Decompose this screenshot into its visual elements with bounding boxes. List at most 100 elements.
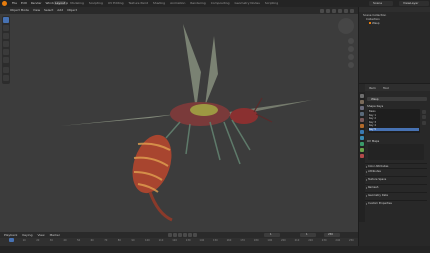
blender-logo-icon[interactable] bbox=[2, 1, 7, 6]
tab-geometry-nodes[interactable]: Geometry Nodes bbox=[234, 1, 261, 5]
jump-end-icon[interactable] bbox=[193, 232, 197, 237]
tab-texture-paint[interactable]: Texture Paint bbox=[128, 1, 149, 5]
section-custom-properties[interactable]: Custom Properties bbox=[365, 200, 427, 206]
shape-key-item-selected[interactable]: Key 5 bbox=[369, 127, 419, 131]
output-tab-icon[interactable] bbox=[360, 106, 364, 110]
section-remesh[interactable]: Remesh bbox=[365, 184, 427, 190]
menu-view[interactable]: View bbox=[33, 8, 40, 12]
remove-shape-key-icon[interactable] bbox=[422, 115, 426, 119]
play-reverse-icon[interactable] bbox=[178, 232, 182, 237]
start-frame-value: 1 bbox=[306, 233, 308, 236]
rendered-shading-icon[interactable] bbox=[350, 8, 354, 13]
timeline-tick-label: 70 bbox=[104, 239, 108, 242]
tab-layout[interactable]: Layout bbox=[54, 1, 67, 5]
menu-edit[interactable]: Edit bbox=[21, 1, 27, 5]
cursor-tool-icon[interactable] bbox=[3, 25, 9, 31]
play-icon[interactable] bbox=[183, 232, 187, 237]
mode-dropdown[interactable]: Object Mode bbox=[10, 8, 29, 12]
render-tab-icon[interactable] bbox=[360, 100, 364, 104]
timeline-tick-label: 60 bbox=[90, 239, 94, 242]
section-attributes[interactable]: Attributes bbox=[365, 168, 427, 174]
select-box-tool-icon[interactable] bbox=[3, 17, 9, 23]
tab-modeling[interactable]: Modeling bbox=[69, 1, 85, 5]
shape-key-specials-icon[interactable] bbox=[422, 121, 426, 125]
scene-tab-icon[interactable] bbox=[360, 118, 364, 122]
properties-header: Item Tool bbox=[365, 84, 430, 91]
tab-animation[interactable]: Animation bbox=[169, 1, 186, 5]
outliner-header bbox=[359, 7, 430, 12]
pan-hand-icon[interactable] bbox=[348, 46, 354, 52]
wireframe-shading-icon[interactable] bbox=[332, 8, 336, 13]
overlay-icon[interactable] bbox=[320, 8, 324, 13]
timeline-ruler[interactable]: 0102030405060708090100110120130140150160… bbox=[0, 238, 358, 246]
timeline-tick-label: 110 bbox=[158, 239, 164, 242]
timeline-menu-marker[interactable]: Marker bbox=[50, 233, 60, 237]
timeline-menu-keying[interactable]: Keying bbox=[22, 233, 32, 237]
properties-tab-tool[interactable]: Tool bbox=[383, 86, 389, 90]
collapse-arrow-icon bbox=[365, 202, 367, 205]
modifier-tab-icon[interactable] bbox=[360, 130, 364, 134]
menu-add[interactable]: Add bbox=[57, 8, 63, 12]
wasp-wing-upper-right bbox=[205, 36, 218, 106]
move-tool-icon[interactable] bbox=[3, 33, 9, 39]
playback-controls bbox=[168, 232, 197, 237]
scale-tool-icon[interactable] bbox=[3, 49, 9, 55]
object-tab-icon[interactable] bbox=[360, 124, 364, 128]
wasp-model bbox=[60, 24, 312, 222]
xray-icon[interactable] bbox=[326, 8, 330, 13]
transform-tool-icon[interactable] bbox=[3, 57, 9, 63]
material-tab-icon[interactable] bbox=[360, 154, 364, 158]
start-frame-field[interactable]: 1 bbox=[300, 232, 316, 237]
menu-render[interactable]: Render bbox=[31, 1, 42, 5]
end-frame-field[interactable]: 250 bbox=[324, 232, 340, 237]
material-shading-icon[interactable] bbox=[344, 8, 348, 13]
navigation-gizmo[interactable] bbox=[338, 18, 354, 34]
tab-scripting[interactable]: Scripting bbox=[264, 1, 279, 5]
tab-shading[interactable]: Shading bbox=[152, 1, 166, 5]
playhead[interactable] bbox=[9, 238, 14, 242]
3d-viewport[interactable] bbox=[0, 14, 358, 232]
prev-keyframe-icon[interactable] bbox=[173, 232, 177, 237]
menu-file[interactable]: File bbox=[12, 1, 17, 5]
section-label: Geometry Data bbox=[368, 194, 388, 197]
timeline-tick-label: 210 bbox=[294, 239, 300, 242]
measure-tool-icon[interactable] bbox=[3, 75, 9, 81]
zoom-icon[interactable] bbox=[348, 38, 354, 44]
tab-compositing[interactable]: Compositing bbox=[210, 1, 231, 5]
uv-maps-list[interactable] bbox=[368, 144, 424, 160]
perspective-toggle-icon[interactable] bbox=[348, 62, 354, 68]
tab-uv-editing[interactable]: UV Editing bbox=[107, 1, 125, 5]
annotate-tool-icon[interactable] bbox=[3, 67, 9, 73]
add-shape-key-icon[interactable] bbox=[422, 110, 426, 114]
properties-tab-item[interactable]: Item bbox=[369, 86, 376, 90]
particles-tab-icon[interactable] bbox=[360, 136, 364, 140]
next-keyframe-icon[interactable] bbox=[188, 232, 192, 237]
jump-start-icon[interactable] bbox=[168, 232, 172, 237]
viewport-header: Object Mode View Select Add Object bbox=[0, 7, 358, 14]
rotate-tool-icon[interactable] bbox=[3, 41, 9, 47]
menu-select[interactable]: Select bbox=[44, 8, 53, 12]
mesh-data-tab-icon[interactable] bbox=[360, 148, 364, 152]
tab-sculpting[interactable]: Sculpting bbox=[88, 1, 104, 5]
menu-object[interactable]: Object bbox=[67, 8, 77, 12]
outliner-row-label: Wasp bbox=[372, 21, 380, 25]
tool-tab-icon[interactable] bbox=[360, 94, 364, 98]
timeline-menu-view[interactable]: View bbox=[37, 233, 44, 237]
timeline-tick-label: 40 bbox=[63, 239, 67, 242]
uv-maps-panel-title[interactable]: UV Maps bbox=[367, 139, 379, 143]
section-texture-space[interactable]: Texture Space bbox=[365, 176, 427, 182]
shape-keys-panel-title[interactable]: Shape Keys bbox=[367, 104, 383, 108]
view-layer-tab-icon[interactable] bbox=[360, 112, 364, 116]
object-name-field[interactable]: Wasp bbox=[367, 97, 427, 101]
current-frame-field[interactable]: 1 bbox=[264, 232, 280, 237]
outliner-object-wasp[interactable]: Wasp bbox=[369, 21, 380, 25]
section-geometry-data[interactable]: Geometry Data bbox=[365, 192, 427, 198]
timeline-menu-playback[interactable]: Playback bbox=[4, 233, 17, 237]
scene-selector[interactable]: Scene bbox=[369, 1, 393, 6]
view-layer-selector[interactable]: ViewLayer bbox=[399, 1, 429, 6]
physics-tab-icon[interactable] bbox=[360, 142, 364, 146]
tab-rendering[interactable]: Rendering bbox=[189, 1, 206, 5]
end-frame-value: 250 bbox=[328, 233, 333, 236]
solid-shading-icon[interactable] bbox=[338, 8, 342, 13]
camera-view-icon[interactable] bbox=[348, 54, 354, 60]
